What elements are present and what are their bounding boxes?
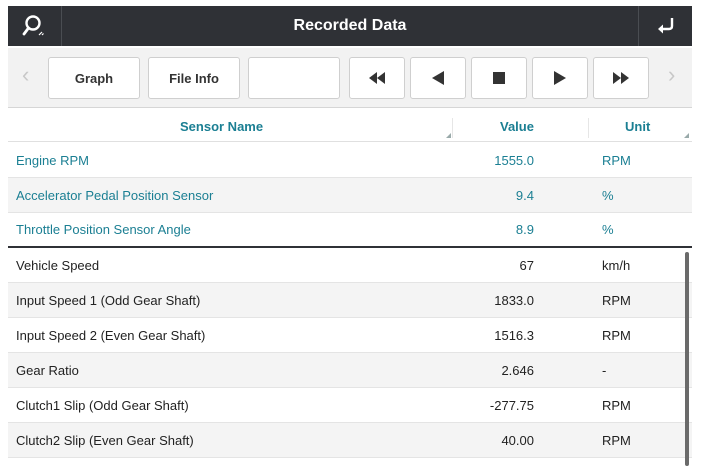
scroll-right-icon[interactable]: › (668, 64, 675, 86)
table-row[interactable]: Clutch2 Slip (Even Gear Shaft) 40.00 RPM (8, 423, 692, 458)
fast-forward-icon (613, 72, 629, 84)
sensor-value: 67 (519, 257, 534, 273)
sensor-value: 1555.0 (494, 152, 534, 168)
page-title: Recorded Data (293, 17, 407, 34)
search-icon (22, 15, 44, 36)
sensor-name: Gear Ratio (16, 362, 79, 378)
sensor-unit: - (602, 362, 607, 378)
table-row[interactable]: Vehicle Speed 67 km/h (8, 248, 692, 283)
sensor-name: Engine RPM (16, 152, 89, 168)
play-icon (554, 71, 566, 85)
resize-handle-icon[interactable] (446, 133, 451, 138)
table-row[interactable]: Gear Ratio 2.646 - (8, 353, 692, 388)
sensor-name: Clutch2 Slip (Even Gear Shaft) (16, 432, 194, 448)
column-header-sensor-name[interactable]: Sensor Name (180, 119, 263, 134)
column-header-unit[interactable]: Unit (625, 119, 650, 134)
previous-icon (432, 71, 444, 85)
rewind-button[interactable] (349, 57, 405, 99)
column-separator (452, 118, 453, 138)
sensor-name: Input Speed 1 (Odd Gear Shaft) (16, 292, 201, 308)
sensor-name: Throttle Position Sensor Angle (16, 222, 191, 237)
sensor-unit: RPM (602, 397, 631, 413)
scrollbar[interactable] (685, 252, 689, 466)
sensor-value: -277.75 (489, 397, 534, 413)
table-row[interactable]: Input Speed 2 (Even Gear Shaft) 1516.3 R… (8, 318, 692, 353)
stop-button[interactable] (471, 57, 527, 99)
column-separator (588, 118, 589, 138)
sensor-name: Accelerator Pedal Position Sensor (16, 187, 214, 203)
table-row[interactable]: Engine RPM 1555.0 RPM (8, 143, 692, 178)
sensor-unit: % (602, 222, 614, 237)
sensor-table: Engine RPM 1555.0 RPM Accelerator Pedal … (8, 143, 692, 458)
back-button[interactable] (638, 6, 692, 46)
sensor-unit: % (602, 187, 614, 203)
table-row[interactable]: Throttle Position Sensor Angle 8.9 % (8, 213, 692, 248)
playback-toolbar: ‹ Graph File Info › (8, 48, 692, 108)
sensor-value: 9.4 (515, 187, 534, 203)
graph-button[interactable]: Graph (48, 57, 140, 99)
return-icon (657, 18, 673, 34)
stop-icon (493, 72, 505, 84)
sensor-value: 1833.0 (494, 292, 534, 308)
sensor-unit: km/h (602, 257, 631, 273)
table-row[interactable]: Input Speed 1 (Odd Gear Shaft) 1833.0 RP… (8, 283, 692, 318)
scroll-left-icon[interactable]: ‹ (22, 64, 29, 86)
sensor-value: 1516.3 (494, 327, 534, 343)
sensor-name: Vehicle Speed (16, 257, 100, 273)
sensor-value: 40.00 (501, 432, 534, 448)
sensor-unit: RPM (602, 327, 631, 343)
table-row[interactable]: Clutch1 Slip (Odd Gear Shaft) -277.75 RP… (8, 388, 692, 423)
file-info-button[interactable]: File Info (148, 57, 240, 99)
sensor-value: 2.646 (501, 362, 534, 378)
rewind-icon (369, 72, 385, 84)
table-header: Sensor Name Value Unit (8, 112, 692, 142)
table-row[interactable]: Accelerator Pedal Position Sensor 9.4 % (8, 178, 692, 213)
sensor-unit: RPM (602, 292, 631, 308)
sensor-name: Clutch1 Slip (Odd Gear Shaft) (16, 397, 189, 413)
title-bar: Recorded Data (8, 6, 692, 46)
sensor-value: 8.9 (515, 222, 534, 237)
column-header-value[interactable]: Value (500, 119, 534, 134)
sensor-unit: RPM (602, 152, 631, 168)
fast-forward-button[interactable] (593, 57, 649, 99)
sensor-unit: RPM (602, 432, 631, 448)
empty-button[interactable] (248, 57, 340, 99)
play-button[interactable] (532, 57, 588, 99)
resize-handle-icon[interactable] (684, 133, 689, 138)
sensor-name: Input Speed 2 (Even Gear Shaft) (16, 327, 206, 343)
search-button[interactable] (8, 6, 62, 46)
prev-button[interactable] (410, 57, 466, 99)
